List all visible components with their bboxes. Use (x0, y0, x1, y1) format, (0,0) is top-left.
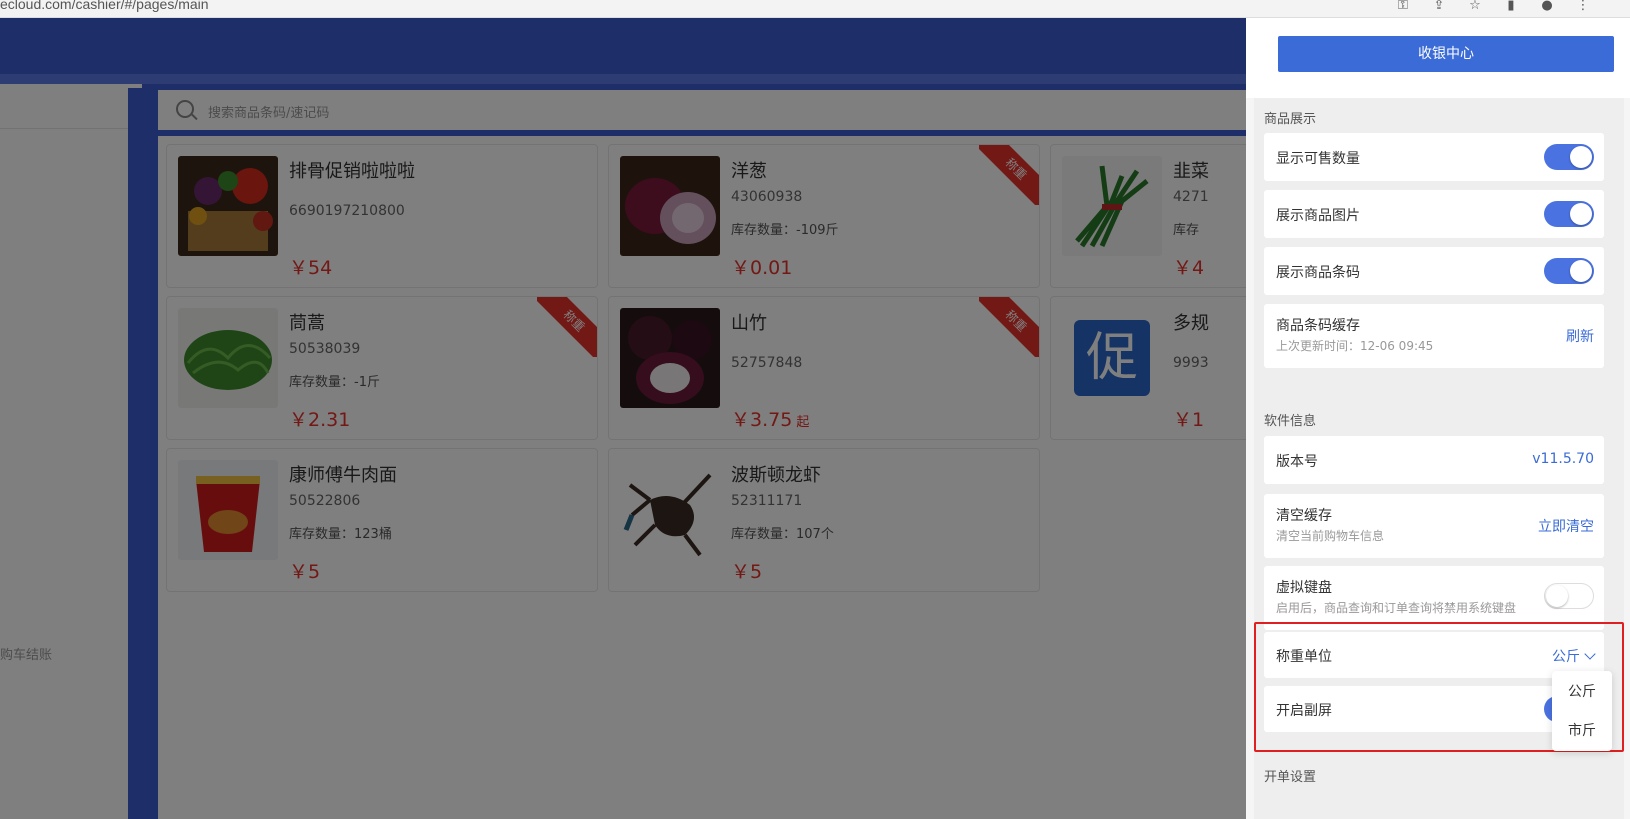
clear-cache-row: 清空缓存 清空当前购物车信息 立即清空 (1264, 494, 1604, 558)
section-title: 软件信息 (1264, 414, 1317, 429)
version-value: v11.5.70 (1532, 451, 1594, 467)
row-sublabel: 启用后，商品查询和订单查询将禁用系统键盘 (1276, 601, 1517, 615)
dropdown-option-kg[interactable]: 公斤 (1552, 681, 1612, 701)
sidebar-icon[interactable]: ▮ (1504, 0, 1518, 12)
order-section: 开单设置 (1254, 756, 1624, 819)
row-label: 版本号 (1276, 454, 1318, 470)
section-title: 开单设置 (1264, 770, 1317, 785)
dropdown-option-jin[interactable]: 市斤 (1552, 720, 1612, 740)
show-barcode-row: 展示商品条码 (1264, 247, 1604, 295)
browser-toolbar: ecloud.com/cashier/#/pages/main ⚿ ⇪ ☆ ▮ … (0, 0, 1630, 18)
row-label: 虚拟键盘 (1276, 580, 1332, 596)
row-label: 开启副屏 (1276, 703, 1332, 719)
cashier-center-button[interactable]: 收银中心 (1278, 36, 1614, 72)
address-bar-url[interactable]: ecloud.com/cashier/#/pages/main (0, 0, 209, 12)
show-image-toggle[interactable] (1544, 201, 1594, 227)
row-label: 展示商品图片 (1276, 208, 1360, 224)
key-icon[interactable]: ⚿ (1396, 0, 1410, 12)
drawer-header: 收银中心 (1246, 18, 1630, 98)
row-sublabel: 清空当前购物车信息 (1276, 529, 1385, 543)
show-stock-row: 显示可售数量 (1264, 133, 1604, 181)
show-stock-toggle[interactable] (1544, 144, 1594, 170)
version-row: 版本号 v11.5.70 (1264, 436, 1604, 484)
row-label: 显示可售数量 (1276, 151, 1360, 167)
star-icon[interactable]: ☆ (1468, 0, 1482, 12)
virtual-keyboard-toggle[interactable] (1544, 583, 1594, 609)
menu-icon[interactable]: ⋮ (1576, 0, 1590, 12)
modal-overlay[interactable] (0, 18, 1250, 819)
clear-now-link[interactable]: 立即清空 (1538, 516, 1594, 536)
chevron-down-icon (1584, 648, 1596, 660)
share-icon[interactable]: ⇪ (1432, 0, 1446, 12)
section-title: 商品展示 (1264, 112, 1317, 127)
barcode-cache-row: 商品条码缓存 上次更新时间：12-06 09:45 刷新 (1264, 304, 1604, 368)
weight-unit-dropdown: 公斤 市斤 (1552, 671, 1612, 751)
virtual-keyboard-row: 虚拟键盘 启用后，商品查询和订单查询将禁用系统键盘 (1264, 566, 1604, 630)
row-sublabel: 上次更新时间：12-06 09:45 (1276, 339, 1434, 353)
show-barcode-toggle[interactable] (1544, 258, 1594, 284)
profile-icon[interactable]: ● (1540, 0, 1554, 12)
row-label: 展示商品条码 (1276, 265, 1360, 281)
row-label: 称重单位 (1276, 649, 1332, 665)
row-label: 商品条码缓存 (1276, 318, 1360, 334)
weight-unit-select[interactable]: 公斤 (1552, 646, 1596, 666)
row-label: 清空缓存 (1276, 508, 1332, 524)
refresh-link[interactable]: 刷新 (1566, 326, 1594, 346)
show-image-row: 展示商品图片 (1264, 190, 1604, 238)
